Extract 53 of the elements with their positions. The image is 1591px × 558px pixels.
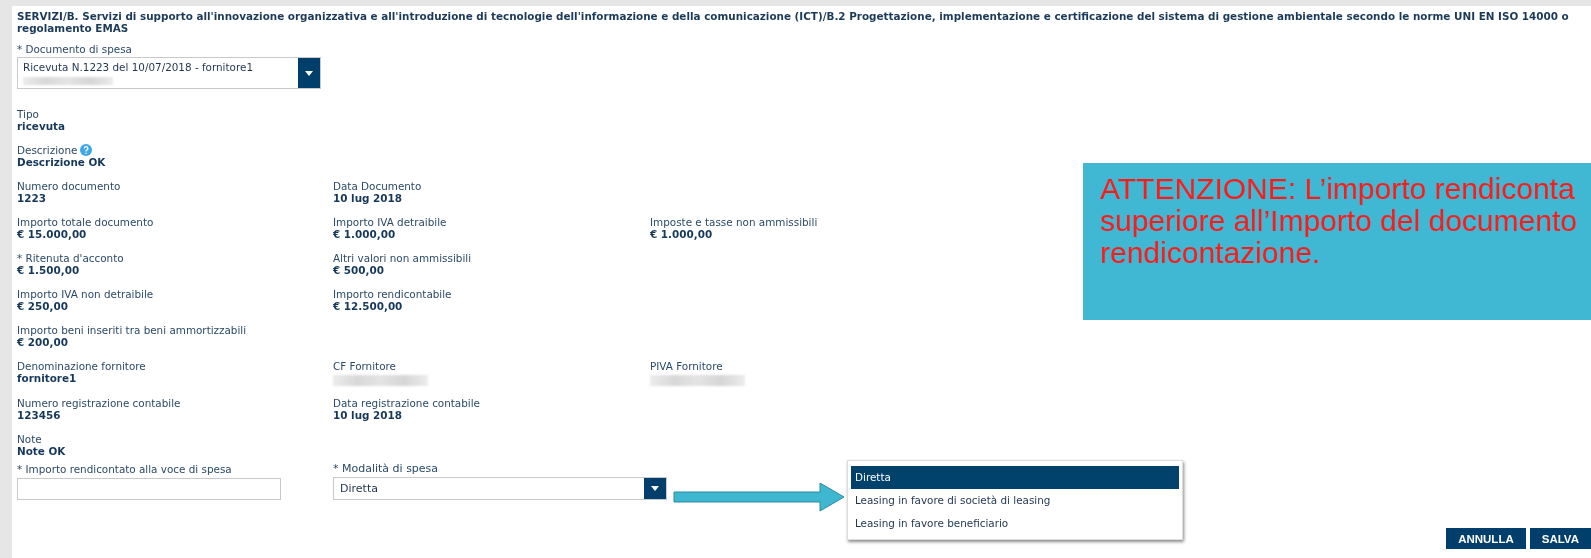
field-label: Importo totale documento <box>17 216 155 228</box>
field-label: * Ritenuta d'acconto <box>17 252 125 264</box>
field-label: * Modalità di spesa <box>333 463 440 475</box>
field-value: Descrizione OK <box>17 156 107 169</box>
field-value: € 1.500,00 <box>17 264 81 277</box>
field-value: € 500,00 <box>333 264 385 277</box>
field-label: Tipo <box>17 108 40 120</box>
field-label: Importo rendicontabile <box>333 288 453 300</box>
mode-select[interactable]: Diretta <box>333 477 667 500</box>
field-label: Data Documento <box>333 180 423 192</box>
cancel-button[interactable]: ANNULLA <box>1446 528 1526 549</box>
field-label: Altri valori non ammissibili <box>333 252 473 264</box>
field-label: Numero documento <box>17 180 122 192</box>
field-label: Note <box>17 433 43 445</box>
warning-text: rendicontazione. <box>1100 237 1321 269</box>
field-value: € 1.000,00 <box>333 228 397 241</box>
field-value: € 250,00 <box>17 300 69 313</box>
field-value: ricevuta <box>17 120 67 133</box>
field-value: 10 lug 2018 <box>333 409 403 422</box>
warning-text: superiore all’Importo del documento <box>1100 205 1578 237</box>
save-button[interactable]: SALVA <box>1529 528 1591 549</box>
field-label: Importo beni inseriti tra beni ammortizzabili <box>17 324 248 336</box>
field-value: € 200,00 <box>17 336 69 349</box>
field-label: Descrizione <box>17 144 333 156</box>
field-value: € 12.500,00 <box>333 300 404 313</box>
field-label: Denominazione fornitore <box>17 360 147 372</box>
dropdown-option[interactable]: Leasing in favore di società di leasing <box>851 489 1179 512</box>
field-label: Numero registrazione contabile <box>17 397 182 409</box>
field-label: CF Fornitore <box>333 360 397 372</box>
caret-icon <box>305 70 313 76</box>
field-value: € 1.000,00 <box>650 228 714 241</box>
caret-icon <box>651 486 659 491</box>
field-label: Importo IVA detraibile <box>333 216 448 228</box>
field-label: Data registrazione contabile <box>333 397 481 409</box>
field-label: * Documento di spesa <box>17 43 133 55</box>
field-label: Imposte e tasse non ammissibili <box>650 216 819 228</box>
help-icon[interactable] <box>80 144 93 156</box>
amount-input-field[interactable] <box>17 478 281 500</box>
field-value: 123456 <box>17 409 62 422</box>
field-value: € 15.000,00 <box>17 228 88 241</box>
field-value: fornitore1 <box>17 372 78 385</box>
arrow-icon <box>673 481 846 513</box>
warning-text: ATTENZIONE: L’importo rendiconta <box>1100 173 1576 205</box>
field-label: Importo IVA non detraibile <box>17 288 155 300</box>
field-label: PIVA Fornitore <box>650 360 724 372</box>
document-select[interactable]: Ricevuta N.1223 del 10/07/2018 - fornitore1 <box>17 57 321 89</box>
field-value: Note OK <box>17 445 67 458</box>
section-title: SERVIZI/B. Servizi di supporto all'innovazione organizzativa e all'introduzione di tecnologie dell'informazione e della comunicazione (ICT)/B.2 Progettazione, implementazione e certificazione del sistema di gestione ambientale secondo le norme UNI EN ISO 14000 o regolamento EMAS <box>17 10 1570 34</box>
field-value: 1223 <box>17 192 47 205</box>
dropdown-option[interactable]: Diretta <box>851 466 1179 489</box>
field-label: * Importo rendicontato alla voce di spesa <box>17 463 233 475</box>
field-value: 10 lug 2018 <box>333 192 403 205</box>
dropdown-option[interactable]: Leasing in favore beneficiario <box>851 512 1179 535</box>
